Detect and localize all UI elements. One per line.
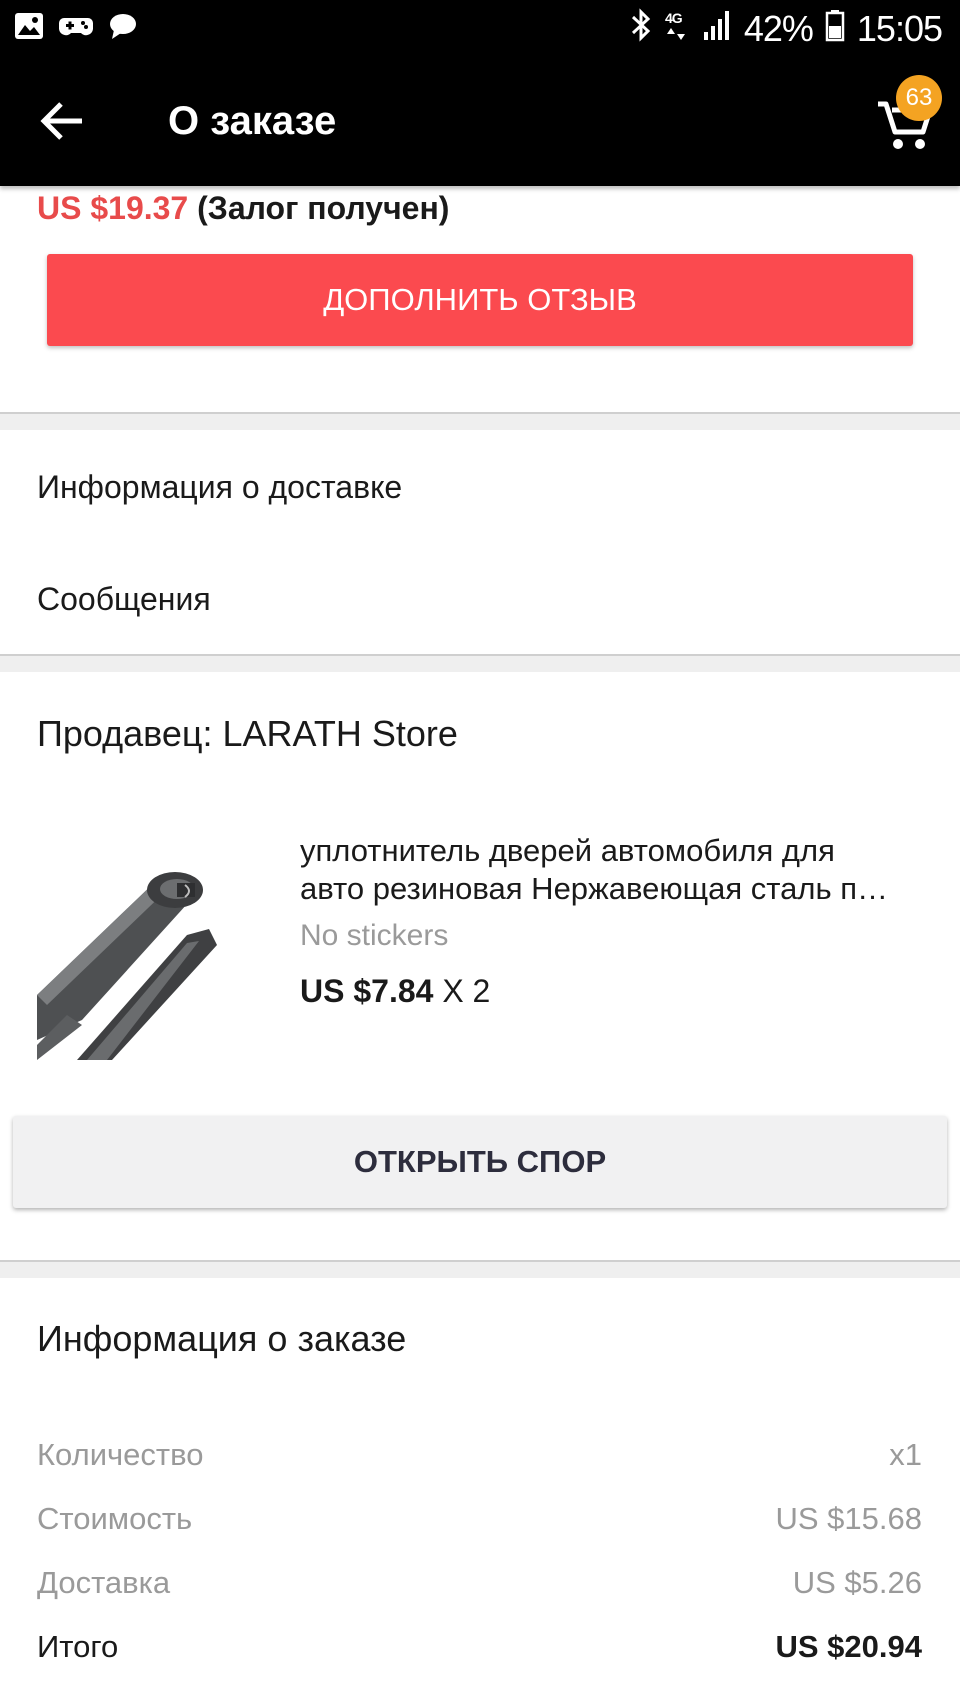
section-divider (0, 654, 960, 672)
cart-count-badge: 63 (896, 75, 942, 121)
gallery-icon (14, 12, 44, 45)
bluetooth-icon (630, 8, 652, 50)
game-controller-icon (58, 12, 94, 45)
app-bar: О заказе (0, 56, 960, 186)
deposit-status: (Залог получен) (197, 190, 450, 226)
delivery-info-link[interactable]: Информация о доставке (37, 465, 402, 509)
add-review-button[interactable]: ДОПОЛНИТЬ ОТЗЫВ (47, 254, 913, 346)
open-dispute-button[interactable]: ОТКРЫТЬ СПОР (13, 1116, 947, 1208)
summary-label: Доставка (37, 1565, 171, 1600)
product-price-line: US $7.84 X 2 (300, 970, 490, 1012)
summary-value: x1 (889, 1437, 922, 1472)
summary-row-total: Итого US $20.94 (37, 1625, 922, 1669)
product-title-line-1: уплотнитель дверей автомобиля для (300, 833, 835, 868)
svg-text:4G: 4G (665, 10, 683, 26)
deposit-price: US $19.37 (37, 190, 189, 226)
clock: 15:05 (856, 8, 943, 49)
summary-value: US $5.26 (792, 1565, 922, 1600)
messages-link[interactable]: Сообщения (37, 577, 211, 621)
summary-label: Количество (37, 1437, 204, 1472)
summary-label: Стоимость (37, 1501, 193, 1536)
deposit-line: US $19.37 (Залог получен) (37, 186, 449, 230)
status-system: 4G 42% 15:05 (630, 8, 943, 50)
status-bar: 4G 42% 15:05 (0, 0, 960, 56)
summary-row-quantity: Количество x1 (37, 1433, 922, 1477)
battery-percent: 42% (743, 8, 814, 49)
summary-row-cost: Стоимость US $15.68 (37, 1497, 922, 1541)
summary-value: US $20.94 (775, 1629, 923, 1664)
product-quantity: X 2 (442, 973, 491, 1009)
section-divider (0, 412, 960, 430)
back-button[interactable] (36, 96, 94, 146)
status-notifications (14, 12, 138, 45)
section-divider (0, 1260, 960, 1278)
product-title[interactable]: уплотнитель дверей автомобиля для авто р… (300, 832, 930, 908)
product-image[interactable] (37, 845, 233, 1060)
back-arrow-icon (40, 102, 82, 140)
seller-name[interactable]: Продавец: LARATH Store (37, 710, 458, 758)
page-title: О заказе (168, 99, 337, 143)
summary-value: US $15.68 (775, 1501, 923, 1536)
product-variant: No stickers (300, 919, 449, 952)
battery-icon (825, 8, 845, 50)
summary-row-shipping: Доставка US $5.26 (37, 1561, 922, 1605)
order-info-title: Информация о заказе (37, 1318, 407, 1359)
chat-bubble-icon (108, 12, 138, 45)
network-4g-icon: 4G (664, 8, 690, 50)
product-title-line-2: авто резиновая Нержавеющая сталь п… (300, 871, 889, 906)
signal-icon (702, 8, 732, 50)
summary-label: Итого (37, 1629, 119, 1664)
product-price: US $7.84 (300, 973, 434, 1009)
